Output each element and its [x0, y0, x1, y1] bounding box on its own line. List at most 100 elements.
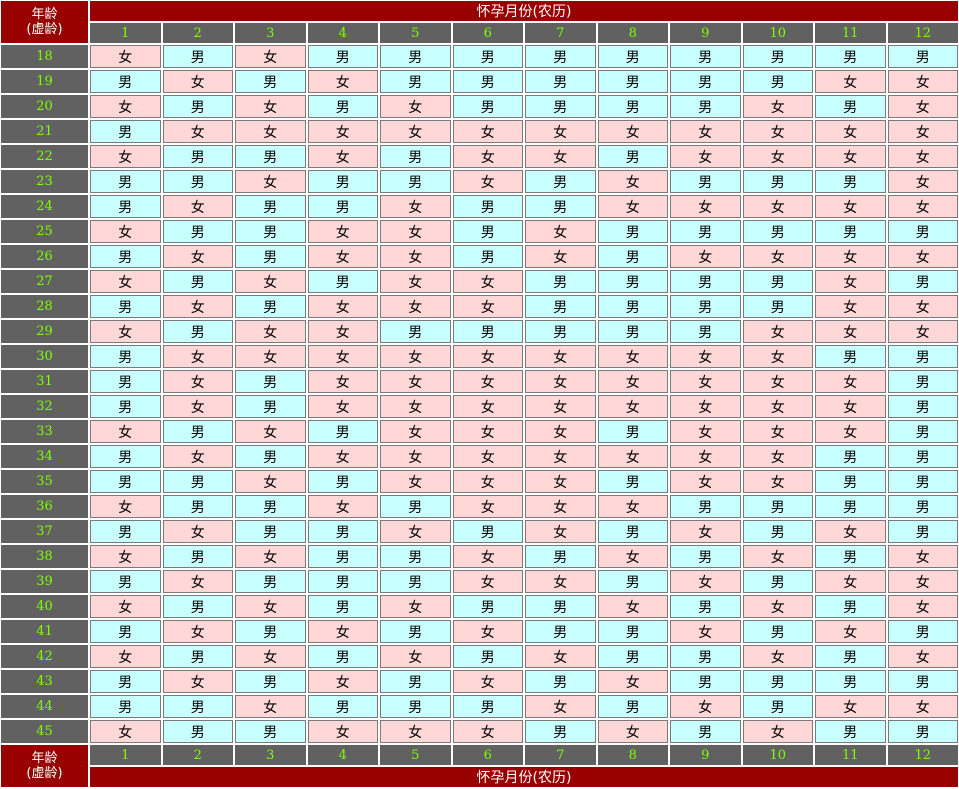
month-footer-row: 年龄 (虚龄) 1 2 3 4 5 6 7 8 9 10 11 12: [1, 745, 958, 787]
boy-cell: 男: [162, 495, 233, 518]
girl-cell: 女: [452, 345, 523, 368]
boy-cell: 男: [307, 95, 378, 118]
girl-cell: 女: [307, 345, 378, 368]
boy-cell: 男: [597, 320, 668, 343]
girl-cell: 女: [307, 495, 378, 518]
girl-cell: 女: [307, 670, 378, 693]
boy-cell: 男: [162, 695, 233, 718]
boy-cell: 男: [307, 595, 378, 618]
girl-cell: 女: [380, 595, 451, 618]
boy-cell: 男: [90, 695, 161, 718]
boy-cell: 男: [525, 545, 596, 568]
boy-cell: 男: [525, 720, 596, 743]
footer-month-6: 6: [452, 745, 523, 765]
boy-cell: 男: [597, 420, 668, 443]
boy-cell: 男: [887, 620, 958, 643]
girl-cell: 女: [597, 195, 668, 218]
boy-cell: 男: [162, 645, 233, 668]
boy-cell: 男: [162, 595, 233, 618]
girl-cell: 女: [597, 495, 668, 518]
girl-cell: 女: [235, 120, 306, 143]
boy-cell: 男: [452, 70, 523, 93]
boy-cell: 男: [887, 345, 958, 368]
girl-cell: 女: [307, 320, 378, 343]
girl-cell: 女: [307, 220, 378, 243]
table-row: 29 女男女女男男男男男女女女: [1, 320, 958, 343]
girl-cell: 女: [525, 445, 596, 468]
girl-cell: 女: [525, 370, 596, 393]
age-cell: 25: [1, 220, 88, 243]
boy-cell: 男: [815, 720, 886, 743]
table-row: 20 女男女男女男男男男女男女: [1, 95, 958, 118]
girl-cell: 女: [525, 120, 596, 143]
boy-cell: 男: [742, 45, 813, 68]
boy-cell: 男: [525, 620, 596, 643]
table-row: 45 女男男女女女男女男女男男: [1, 720, 958, 743]
girl-cell: 女: [670, 420, 741, 443]
girl-cell: 女: [90, 420, 161, 443]
girl-cell: 女: [742, 720, 813, 743]
boy-cell: 男: [307, 270, 378, 293]
table-row: 34 男女男女女女女女女女男男: [1, 445, 958, 468]
girl-cell: 女: [307, 245, 378, 268]
boy-cell: 男: [597, 645, 668, 668]
girl-cell: 女: [815, 70, 886, 93]
age-cell: 44: [1, 695, 88, 718]
girl-cell: 女: [742, 470, 813, 493]
girl-cell: 女: [525, 645, 596, 668]
month-title-top: 怀孕月份(农历): [90, 1, 958, 21]
boy-cell: 男: [452, 245, 523, 268]
header-month-5: 5: [380, 23, 451, 43]
age-cell: 45: [1, 720, 88, 743]
girl-cell: 女: [597, 595, 668, 618]
age-cell: 32: [1, 395, 88, 418]
boy-cell: 男: [815, 445, 886, 468]
boy-cell: 男: [887, 45, 958, 68]
boy-cell: 男: [742, 570, 813, 593]
boy-cell: 男: [452, 320, 523, 343]
boy-cell: 男: [380, 170, 451, 193]
boy-cell: 男: [235, 220, 306, 243]
boy-cell: 男: [742, 295, 813, 318]
girl-cell: 女: [235, 645, 306, 668]
boy-cell: 男: [670, 45, 741, 68]
girl-cell: 女: [235, 95, 306, 118]
girl-cell: 女: [452, 120, 523, 143]
boy-cell: 男: [380, 320, 451, 343]
boy-cell: 男: [162, 720, 233, 743]
girl-cell: 女: [235, 270, 306, 293]
girl-cell: 女: [815, 145, 886, 168]
boy-cell: 男: [235, 245, 306, 268]
boy-cell: 男: [887, 270, 958, 293]
girl-cell: 女: [235, 470, 306, 493]
girl-cell: 女: [597, 720, 668, 743]
girl-cell: 女: [525, 570, 596, 593]
girl-cell: 女: [90, 645, 161, 668]
boy-cell: 男: [307, 470, 378, 493]
girl-cell: 女: [742, 195, 813, 218]
boy-cell: 男: [90, 670, 161, 693]
header-month-11: 11: [815, 23, 886, 43]
boy-cell: 男: [525, 295, 596, 318]
boy-cell: 男: [452, 95, 523, 118]
boy-cell: 男: [670, 95, 741, 118]
boy-cell: 男: [525, 95, 596, 118]
boy-cell: 男: [162, 320, 233, 343]
girl-cell: 女: [380, 645, 451, 668]
girl-cell: 女: [162, 345, 233, 368]
girl-cell: 女: [162, 520, 233, 543]
girl-cell: 女: [90, 320, 161, 343]
girl-cell: 女: [452, 720, 523, 743]
girl-cell: 女: [90, 495, 161, 518]
boy-cell: 男: [815, 220, 886, 243]
boy-cell: 男: [597, 95, 668, 118]
girl-cell: 女: [597, 370, 668, 393]
boy-cell: 男: [597, 620, 668, 643]
boy-cell: 男: [162, 470, 233, 493]
boy-cell: 男: [380, 45, 451, 68]
girl-cell: 女: [235, 545, 306, 568]
girl-cell: 女: [815, 270, 886, 293]
girl-cell: 女: [887, 195, 958, 218]
age-cell: 34: [1, 445, 88, 468]
boy-cell: 男: [597, 70, 668, 93]
